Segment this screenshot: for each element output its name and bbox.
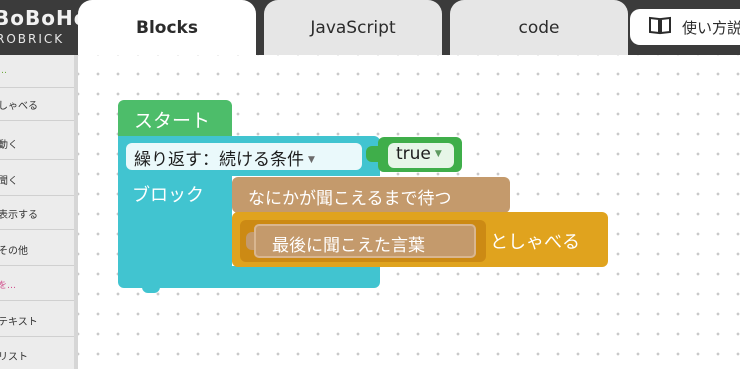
sidebar-item-label: その他 xyxy=(0,245,28,257)
repeat-block-notch xyxy=(142,285,160,293)
sidebar-item-label: テキスト xyxy=(0,316,38,328)
true-value-dropdown[interactable]: true ▼ xyxy=(388,143,454,168)
say-block-label: としゃべる xyxy=(490,232,580,253)
sidebar-item-display[interactable]: 表示する xyxy=(0,197,74,230)
start-block[interactable]: スタート xyxy=(118,100,232,136)
sidebar-item-partial-top[interactable]: … xyxy=(0,55,74,88)
sidebar-item-move[interactable]: 動く xyxy=(0,127,74,160)
wait-until-heard-block[interactable]: なにかが聞こえるまで待つ xyxy=(232,177,510,213)
sidebar-item-label: 聞く xyxy=(0,175,18,187)
sidebar-item-label: しゃべる xyxy=(0,100,38,112)
tab-blocks[interactable]: Blocks xyxy=(78,0,256,55)
sidebar-item-speak[interactable]: しゃべる xyxy=(0,88,74,121)
tab-javascript[interactable]: JavaScript xyxy=(264,0,442,55)
help-button[interactable]: 使い方説 xyxy=(630,9,740,45)
dropdown-arrow-icon: ▼ xyxy=(308,155,315,165)
sidebar-item-partial-pink[interactable]: を… xyxy=(0,268,74,301)
help-button-label: 使い方説 xyxy=(682,18,740,37)
sidebar-item-label: 動く xyxy=(0,139,18,151)
logo-subtitle: ROBRICK xyxy=(0,32,65,46)
repeat-mode-dropdown[interactable]: 繰り返す：続ける条件 ▼ xyxy=(126,143,362,170)
repeat-mode-value: 繰り返す：続ける条件 xyxy=(134,150,304,170)
block-category-sidebar: … しゃべる 動く 聞く 表示する その他 を… テキスト リスト xyxy=(0,55,74,369)
sidebar-item-listen[interactable]: 聞く xyxy=(0,163,74,196)
tab-code[interactable]: code xyxy=(450,0,628,55)
sidebar-item-label: リスト xyxy=(0,351,28,363)
tab-bar: Blocks JavaScript code 使い方説 xyxy=(78,0,740,55)
repeat-body-label: ブロック xyxy=(132,185,204,206)
sidebar-item-label: … xyxy=(0,66,7,76)
sidebar-item-list[interactable]: リスト xyxy=(0,339,74,369)
true-value: true xyxy=(396,144,431,164)
brand-logo: BoBoHo ROBRICK xyxy=(0,0,78,55)
sidebar-item-label: 表示する xyxy=(0,209,38,221)
logo-text: BoBoHo xyxy=(0,6,78,30)
sidebar-item-other[interactable]: その他 xyxy=(0,233,74,266)
dropdown-arrow-icon: ▼ xyxy=(434,149,442,159)
sidebar-item-label: を… xyxy=(0,280,17,291)
sidebar-item-text[interactable]: テキスト xyxy=(0,304,74,337)
book-icon xyxy=(648,15,672,39)
last-heard-words-block[interactable]: 最後に聞こえた言葉 xyxy=(254,224,476,258)
